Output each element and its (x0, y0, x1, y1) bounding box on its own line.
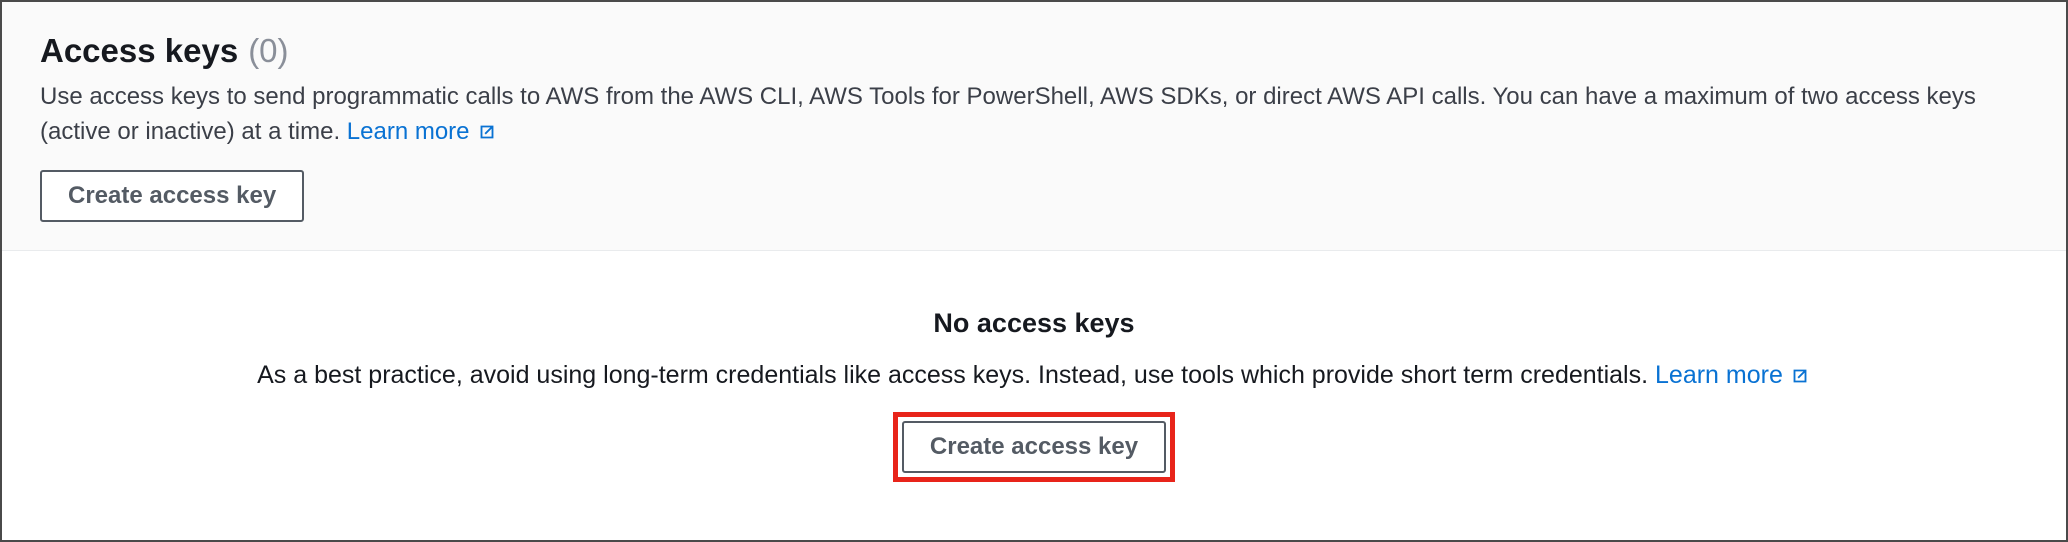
create-access-key-button-header[interactable]: Create access key (40, 170, 304, 222)
title-row: Access keys (0) (40, 32, 2028, 70)
access-keys-count: (0) (248, 32, 288, 70)
panel-description: Use access keys to send programmatic cal… (40, 80, 2028, 150)
highlighted-create-button-wrapper: Create access key (893, 412, 1175, 482)
external-link-icon (476, 121, 498, 143)
learn-more-label-body: Learn more (1655, 361, 1783, 390)
panel-title: Access keys (40, 32, 238, 70)
create-access-key-button-body[interactable]: Create access key (902, 421, 1166, 473)
learn-more-link-body[interactable]: Learn more (1655, 361, 1811, 390)
empty-state: No access keys As a best practice, avoid… (2, 251, 2066, 540)
access-keys-panel: Access keys (0) Use access keys to send … (0, 0, 2068, 542)
empty-state-description: As a best practice, avoid using long-ter… (257, 361, 1811, 390)
description-text: Use access keys to send programmatic cal… (40, 83, 1976, 145)
learn-more-link-header[interactable]: Learn more (347, 115, 498, 150)
external-link-icon (1789, 365, 1811, 387)
learn-more-label: Learn more (347, 115, 470, 150)
empty-description-text: As a best practice, avoid using long-ter… (257, 361, 1655, 389)
panel-header: Access keys (0) Use access keys to send … (2, 2, 2066, 251)
empty-state-title: No access keys (933, 308, 1134, 339)
